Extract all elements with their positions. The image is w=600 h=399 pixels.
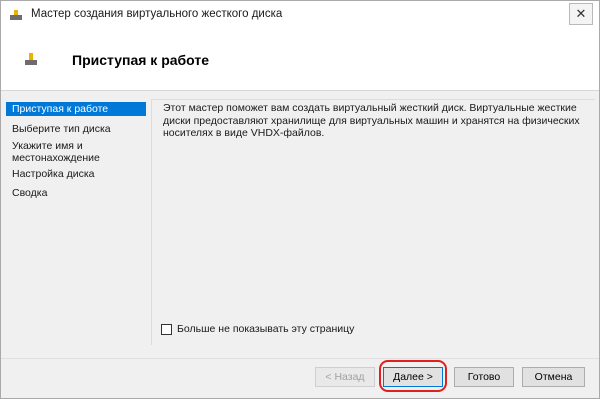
dont-show-again-checkbox[interactable] — [161, 323, 172, 335]
wizard-window: Мастер создания виртуального жесткого ди… — [0, 0, 600, 399]
disk-icon — [10, 10, 22, 20]
wizard-description: Этот мастер поможет вам создать виртуаль… — [163, 102, 580, 139]
cancel-button[interactable]: Отмена — [522, 367, 585, 387]
back-button[interactable]: < Назад — [315, 367, 375, 387]
step-configure-disk[interactable]: Настройка диска — [6, 168, 146, 180]
step-summary[interactable]: Сводка — [6, 187, 146, 199]
wizard-steps: Приступая к работе Выберите тип диска Ук… — [1, 91, 148, 358]
step-name-location-line2: местонахождение — [12, 152, 100, 164]
step-choose-disk-type[interactable]: Выберите тип диска — [6, 123, 146, 135]
disk-icon — [25, 53, 37, 65]
step-name-location[interactable]: Укажите имя и местонахождение — [6, 140, 146, 164]
finish-button[interactable]: Готово — [454, 367, 514, 387]
dont-show-again-label[interactable]: Больше не показывать эту страницу — [177, 323, 354, 335]
wizard-header: Приступая к работе — [1, 29, 599, 91]
next-button-highlight — [379, 360, 447, 392]
dont-show-again-row[interactable]: Больше не показывать эту страницу — [161, 323, 354, 335]
step-name-location-line1: Укажите имя и — [12, 140, 83, 152]
close-button[interactable]: ✕ — [569, 3, 593, 25]
title-bar: Мастер создания виртуального жесткого ди… — [1, 1, 599, 29]
window-title: Мастер создания виртуального жесткого ди… — [31, 8, 283, 20]
step-getting-started[interactable]: Приступая к работе — [6, 102, 146, 116]
close-icon: ✕ — [575, 6, 587, 21]
page-title: Приступая к работе — [72, 52, 210, 68]
